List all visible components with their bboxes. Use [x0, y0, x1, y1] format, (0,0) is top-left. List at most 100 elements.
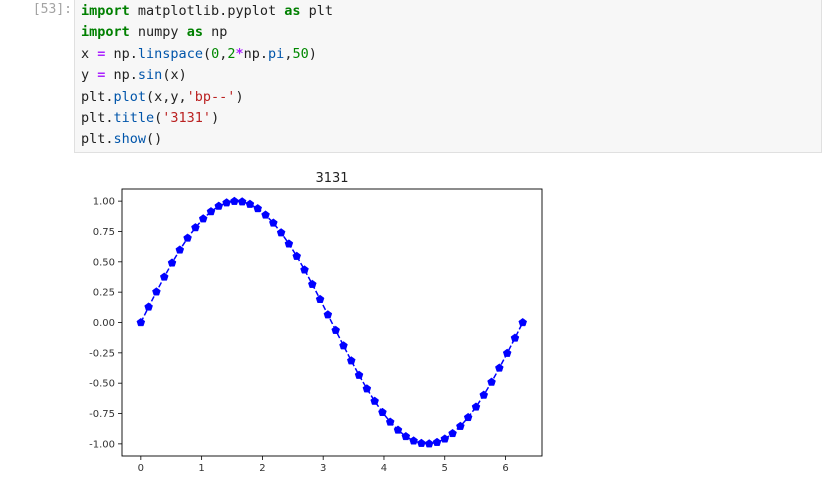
- code-token: 50: [292, 45, 309, 62]
- code-token: show: [113, 131, 147, 148]
- code-token: ): [211, 109, 220, 126]
- code-token: (x): [162, 67, 187, 84]
- code-token: y: [81, 67, 98, 84]
- code-token: ): [308, 45, 317, 62]
- data-point: [175, 245, 185, 254]
- data-point: [315, 294, 325, 303]
- code-token: as: [284, 3, 301, 19]
- data-point: [198, 214, 208, 223]
- code-token: numpy: [129, 24, 187, 41]
- y-tick-label: 0.75: [93, 227, 115, 238]
- data-point: [152, 287, 161, 296]
- data-point: [448, 428, 457, 438]
- code-token: np: [202, 24, 228, 41]
- code-token: x: [81, 45, 98, 62]
- code-token: (x,y,: [146, 88, 187, 105]
- data-point: [159, 272, 169, 281]
- data-point: [440, 434, 450, 443]
- data-point: [518, 317, 528, 327]
- code-token: plot: [113, 88, 147, 105]
- data-point: [214, 201, 224, 210]
- code-line: import matplotlib.pyplot as plt: [81, 1, 821, 22]
- data-point: [136, 317, 146, 327]
- y-tick-label: -0.50: [89, 379, 115, 390]
- code-token: plt.: [81, 109, 114, 126]
- code-token: plt: [300, 3, 333, 19]
- code-line: plt.show(): [81, 129, 821, 150]
- series-line: [140, 200, 524, 445]
- data-point: [276, 228, 286, 237]
- code-token: (: [202, 45, 212, 62]
- code-token: sin: [137, 67, 163, 84]
- data-point: [339, 341, 348, 350]
- data-point: [409, 436, 418, 445]
- sine-plot: 3131 0 1 2 3 4 5 6 1.00 0.75 0.50 0.25 0.00 -0.25 -0.5…: [89, 171, 543, 474]
- code-token: linspace: [137, 45, 203, 62]
- code-cell-editor[interactable]: import matplotlib.pyplot as plt import nu…: [74, 0, 822, 153]
- y-tick-label: 0.50: [93, 257, 115, 268]
- code-line: y = np.sin(x): [81, 65, 821, 86]
- code-token: *: [235, 45, 244, 62]
- chart-title: 3131: [315, 171, 348, 186]
- data-point: [230, 196, 239, 205]
- y-tick-label: 0.00: [93, 318, 115, 329]
- data-point: [167, 258, 177, 267]
- code-token: import: [81, 3, 130, 19]
- data-point: [222, 198, 231, 207]
- data-point: [300, 265, 309, 274]
- code-token: as: [186, 24, 203, 41]
- data-point: [432, 437, 442, 446]
- data-point: [261, 210, 270, 219]
- data-point: [253, 204, 263, 213]
- x-tick-label: 0: [138, 463, 144, 474]
- data-point: [502, 348, 512, 357]
- data-point: [206, 207, 216, 216]
- data-point: [495, 363, 504, 372]
- data-point: [417, 438, 426, 447]
- code-token: '3131': [162, 109, 212, 126]
- x-tick-label: 6: [502, 463, 508, 474]
- x-tick-label: 2: [259, 463, 265, 474]
- data-point: [308, 279, 317, 288]
- cell-output-area: 3131 0 1 2 3 4 5 6 1.00 0.75 0.50 0.25 0.00 -0.25 -0.5…: [74, 160, 574, 485]
- data-point: [487, 377, 496, 386]
- data-point: [144, 302, 153, 311]
- x-tick-label: 3: [320, 463, 326, 474]
- code-token: (): [146, 131, 163, 148]
- data-point: [479, 390, 489, 399]
- x-tick-label: 5: [442, 463, 448, 474]
- data-point: [183, 233, 192, 242]
- y-tick-label: -0.25: [89, 348, 115, 359]
- cell-prompt: [53]:: [32, 2, 72, 17]
- y-tick-label: 0.25: [93, 288, 115, 299]
- y-tick-label: -1.00: [89, 439, 115, 450]
- y-tick-label: -0.75: [89, 409, 115, 420]
- data-point: [331, 325, 340, 334]
- data-point: [354, 370, 364, 379]
- code-token: 0: [211, 45, 220, 62]
- data-point: [323, 310, 333, 319]
- x-tick-label: 4: [381, 463, 387, 474]
- data-point: [245, 199, 255, 208]
- code-token: plt.: [81, 88, 114, 105]
- code-line: import numpy as np: [81, 22, 821, 43]
- code-line: plt.plot(x,y,'bp--'): [81, 87, 821, 108]
- x-tick-label: 1: [198, 463, 204, 474]
- data-point: [424, 439, 434, 448]
- code-line: plt.title('3131'): [81, 108, 821, 129]
- code-token: title: [113, 109, 155, 126]
- code-token: np.: [105, 45, 138, 62]
- code-token: 2: [227, 45, 236, 62]
- code-token: plt.: [81, 131, 114, 148]
- code-token: matplotlib.pyplot: [129, 3, 285, 19]
- code-token: ): [235, 88, 244, 105]
- code-token: 'bp--': [186, 88, 236, 105]
- code-line: x = np.linspace(0,2*np.pi,50): [81, 44, 821, 65]
- y-tick-label: 1.00: [93, 197, 115, 208]
- code-token: pi: [268, 45, 285, 62]
- code-token: import: [81, 24, 130, 41]
- code-token: np.: [105, 67, 138, 84]
- code-token: np.: [243, 45, 269, 62]
- data-point: [510, 333, 520, 342]
- data-point: [362, 384, 372, 393]
